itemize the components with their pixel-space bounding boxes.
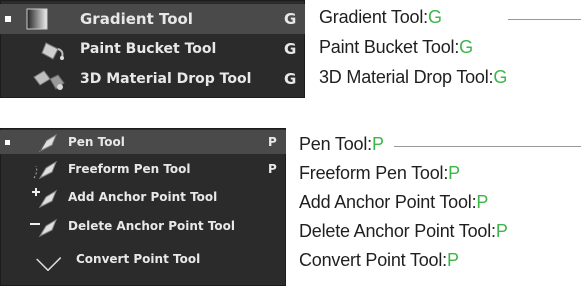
pen-icon — [38, 133, 58, 153]
menu-item-label: Freeform Pen Tool — [68, 162, 191, 176]
annotation-freeform-pen-tool: Freeform Pen Tool:P — [299, 163, 460, 183]
menu-item-label: Convert Point Tool — [76, 252, 201, 266]
annotation-3d-material-drop-tool: 3D Material Drop Tool:G — [319, 67, 508, 87]
convert-point-icon — [36, 257, 62, 271]
menu-item-paint-bucket-tool[interactable]: Paint Bucket Tool G — [0, 34, 305, 64]
menu-item-add-anchor-point-tool[interactable]: Add Anchor Point Tool — [0, 184, 286, 210]
leader-line — [508, 19, 581, 20]
menu-item-pen-tool[interactable]: Pen Tool P — [0, 130, 286, 154]
annotation-delete-anchor-point-tool: Delete Anchor Point Tool:P — [299, 221, 508, 241]
menu-item-gradient-tool[interactable]: Gradient Tool G — [0, 4, 305, 34]
menu-item-label: 3D Material Drop Tool — [80, 71, 252, 87]
menu-item-shortcut: G — [284, 70, 297, 88]
current-tool-marker — [5, 140, 10, 145]
menu-item-label: Gradient Tool — [80, 10, 193, 28]
gradient-tools-flyout: Gradient Tool G Paint Bucket Tool G 3D M… — [0, 0, 305, 98]
menu-item-label: Paint Bucket Tool — [80, 41, 217, 57]
delete-anchor-point-icon — [30, 218, 58, 238]
annotation-convert-point-tool: Convert Point Tool:P — [299, 250, 459, 270]
annotation-add-anchor-point-tool: Add Anchor Point Tool:P — [299, 192, 489, 212]
leader-line — [394, 146, 581, 147]
menu-item-shortcut: G — [284, 10, 297, 28]
menu-item-convert-point-tool[interactable]: Convert Point Tool — [0, 244, 286, 274]
annotation-paint-bucket-tool: Paint Bucket Tool:G — [319, 37, 473, 57]
3d-material-drop-icon — [33, 70, 65, 90]
menu-item-shortcut: G — [284, 40, 297, 58]
annotation-pen-tool: Pen Tool:P — [299, 134, 384, 154]
menu-item-delete-anchor-point-tool[interactable]: Delete Anchor Point Tool — [0, 212, 286, 240]
menu-item-freeform-pen-tool[interactable]: Freeform Pen Tool P — [0, 156, 286, 182]
menu-item-shortcut: P — [268, 162, 277, 176]
gradient-icon — [26, 8, 48, 30]
menu-item-shortcut: P — [268, 135, 277, 149]
menu-item-label: Pen Tool — [68, 135, 125, 149]
add-anchor-point-icon — [32, 188, 58, 209]
annotation-gradient-tool: Gradient Tool:G — [319, 7, 442, 27]
paint-bucket-icon — [41, 42, 64, 60]
menu-item-label: Delete Anchor Point Tool — [68, 219, 236, 233]
current-tool-marker — [5, 16, 11, 22]
freeform-pen-icon — [33, 160, 58, 180]
menu-item-3d-material-drop-tool[interactable]: 3D Material Drop Tool G — [0, 64, 305, 94]
pen-tools-flyout: Pen Tool P Freeform Pen Tool P Add Ancho… — [0, 128, 286, 286]
menu-item-label: Add Anchor Point Tool — [68, 190, 218, 204]
